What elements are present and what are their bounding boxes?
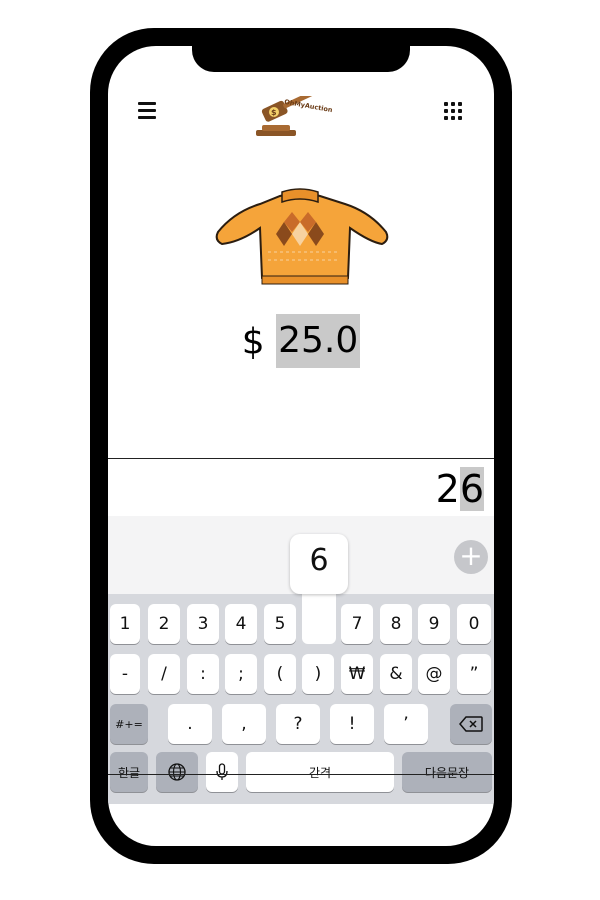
key-close-paren[interactable]: )	[302, 654, 334, 694]
sweater-image	[215, 188, 389, 285]
key-7[interactable]: 7	[341, 604, 373, 644]
keyboard-bottom-divider	[108, 774, 494, 775]
key-apostrophe[interactable]: ’	[384, 704, 428, 744]
key-at[interactable]: @	[418, 654, 450, 694]
key-5[interactable]: 5	[264, 604, 296, 644]
hamburger-menu-icon[interactable]	[138, 102, 156, 119]
backspace-glyph	[459, 716, 483, 732]
key-dash[interactable]: -	[110, 654, 140, 694]
key-4[interactable]: 4	[225, 604, 257, 644]
backspace-icon[interactable]	[450, 704, 492, 744]
svg-text:$: $	[271, 108, 277, 117]
key-6-preview[interactable]: 6	[290, 534, 348, 594]
bid-value-prefix: 2	[435, 467, 460, 511]
phone-frame: $ OhMyAuction $ 25.0 26 + 1 2 3 4 5 6 7 …	[90, 28, 512, 864]
globe-glyph	[168, 763, 186, 781]
current-price: $ 25.0	[108, 314, 494, 368]
key-quote[interactable]: ”	[457, 654, 491, 694]
key-1[interactable]: 1	[110, 604, 140, 644]
grid-dots-icon[interactable]	[444, 102, 462, 120]
key-return[interactable]: 다음문장	[402, 752, 492, 792]
key-symbols-toggle[interactable]: #+=	[110, 704, 148, 744]
notch	[192, 46, 410, 72]
key-8[interactable]: 8	[380, 604, 412, 644]
app-logo[interactable]: $ OhMyAuction	[254, 86, 338, 138]
price-currency: $	[241, 321, 265, 363]
key-ampersand[interactable]: &	[380, 654, 412, 694]
key-korean-toggle[interactable]: 한글	[110, 752, 148, 792]
microphone-glyph	[216, 763, 228, 780]
plus-circle-icon[interactable]: +	[454, 540, 488, 574]
price-value: 25.0	[276, 314, 361, 368]
key-slash[interactable]: /	[148, 654, 180, 694]
key-comma[interactable]: ,	[222, 704, 266, 744]
key-question[interactable]: ?	[276, 704, 320, 744]
bid-value-selected: 6	[459, 467, 484, 511]
microphone-icon[interactable]	[206, 752, 238, 792]
key-0[interactable]: 0	[457, 604, 491, 644]
key-6-stem[interactable]	[302, 586, 336, 644]
key-space[interactable]: 간격	[246, 752, 394, 792]
product-image	[210, 182, 390, 294]
key-semicolon[interactable]: ;	[225, 654, 257, 694]
key-3[interactable]: 3	[187, 604, 219, 644]
bid-input-value: 26	[436, 463, 484, 515]
key-exclamation[interactable]: !	[330, 704, 374, 744]
key-colon[interactable]: :	[187, 654, 219, 694]
key-period[interactable]: .	[168, 704, 212, 744]
globe-icon[interactable]	[156, 752, 198, 792]
bid-input[interactable]: 26	[108, 458, 494, 517]
key-2[interactable]: 2	[148, 604, 180, 644]
numeric-keyboard: + 1 2 3 4 5 6 7 8 9 0 - / : ; ( ) ₩ & @ …	[108, 516, 494, 804]
key-open-paren[interactable]: (	[264, 654, 296, 694]
key-won[interactable]: ₩	[341, 654, 373, 694]
key-9[interactable]: 9	[418, 604, 450, 644]
screen: $ OhMyAuction $ 25.0 26 + 1 2 3 4 5 6 7 …	[108, 46, 494, 846]
